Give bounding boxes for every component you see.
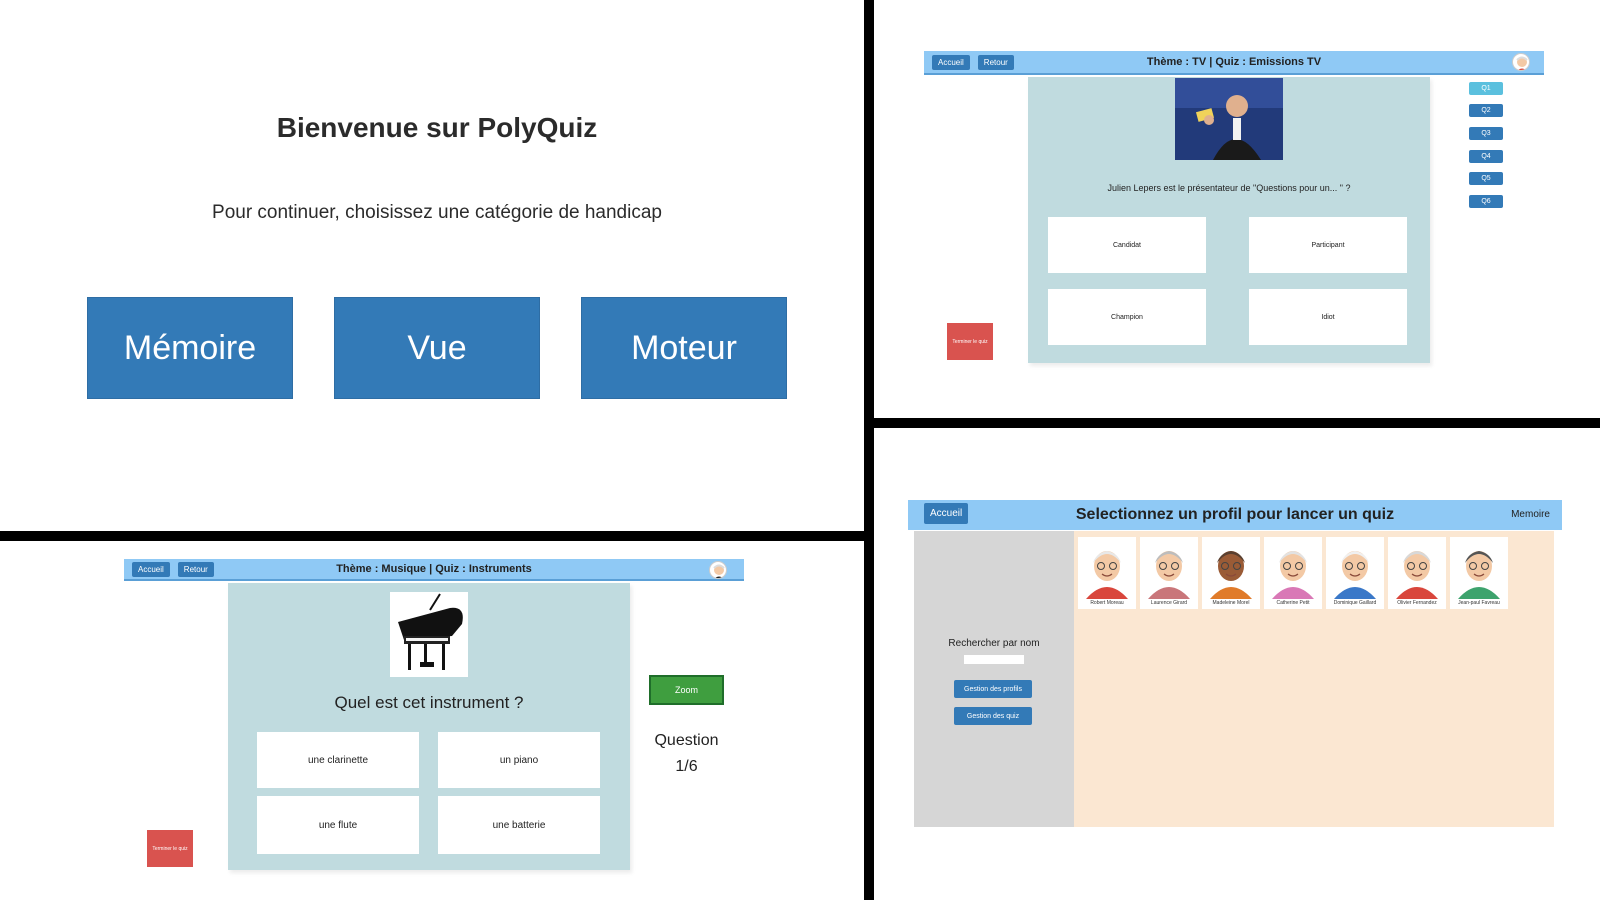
answer-button-2[interactable]: Participant (1249, 217, 1407, 273)
profiles-panel: Accueil Selectionnez un profil pour lanc… (874, 428, 1600, 900)
profiles-sidebar: Rechercher par nom Gestion des profils G… (914, 531, 1074, 827)
question-counter-value: 1/6 (675, 758, 698, 775)
user-avatar[interactable] (709, 561, 727, 579)
right-horizontal-divider (874, 418, 1600, 428)
welcome-subtitle: Pour continuer, choisissez une catégorie… (212, 202, 662, 223)
profile-name: Madeleine Morel (1212, 600, 1250, 606)
category-moteur-button[interactable]: Moteur (581, 297, 787, 399)
vertical-divider (864, 0, 874, 900)
profile-avatar (1210, 551, 1252, 599)
search-input[interactable] (964, 655, 1024, 664)
profiles-header: Accueil Selectionnez un profil pour lanc… (908, 500, 1562, 530)
question-card: Quel est cet instrument ? une clarinette… (228, 583, 630, 870)
user-avatar[interactable] (1512, 53, 1530, 71)
profile-card[interactable]: Olivier Fernandez (1388, 537, 1446, 609)
welcome-panel: Bienvenue sur PolyQuiz Pour continuer, c… (0, 0, 864, 531)
question-image (390, 592, 468, 677)
question-text: Quel est cet instrument ? (334, 693, 524, 712)
mode-label: Memoire (1511, 509, 1550, 520)
profile-card[interactable]: Catherine Petit (1264, 537, 1322, 609)
profile-card[interactable]: Dominique Gaillard (1326, 537, 1384, 609)
answer-button-1[interactable]: une clarinette (257, 732, 419, 788)
profile-name: Laurence Girard (1150, 600, 1188, 606)
end-quiz-button[interactable]: Terminer le quiz (947, 323, 993, 360)
question-card: Julien Lepers est le présentateur de "Qu… (1028, 77, 1430, 363)
profile-avatar (1272, 551, 1314, 599)
quiz-header: Accueil Retour Thème : Musique | Quiz : … (124, 559, 744, 581)
profile-card[interactable]: Madeleine Morel (1202, 537, 1260, 609)
answer-button-3[interactable]: Champion (1048, 289, 1206, 345)
question-text: Julien Lepers est le présentateur de "Qu… (1107, 183, 1351, 193)
question-nav-4[interactable]: Q4 (1469, 150, 1503, 163)
tv-quiz-panel: Accueil Retour Thème : TV | Quiz : Emiss… (874, 0, 1600, 418)
zoom-button[interactable]: Zoom (649, 675, 724, 705)
profile-name: Jean-paul Favreau (1458, 600, 1500, 606)
question-nav-2[interactable]: Q2 (1469, 104, 1503, 117)
search-label: Rechercher par nom (948, 638, 1040, 649)
profiles-title: Selectionnez un profil pour lancer un qu… (1075, 506, 1395, 523)
profile-name: Olivier Fernandez (1397, 600, 1437, 606)
profile-name: Dominique Gaillard (1333, 600, 1377, 606)
category-memoire-button[interactable]: Mémoire (87, 297, 293, 399)
quiz-title: Thème : Musique | Quiz : Instruments (336, 563, 532, 575)
profiles-grid: Robert Moreau Laurence Girard Madeleine Mo… (1074, 531, 1554, 827)
profile-card[interactable]: Robert Moreau (1078, 537, 1136, 609)
profile-name: Robert Moreau (1090, 600, 1124, 606)
manage-profiles-button[interactable]: Gestion des profils (954, 680, 1032, 698)
question-counter-label: Question (654, 732, 719, 749)
quiz-header: Accueil Retour Thème : TV | Quiz : Emiss… (924, 51, 1544, 75)
profile-name: Catherine Petit (1276, 600, 1310, 606)
profile-avatar (1458, 551, 1500, 599)
home-button[interactable]: Accueil (132, 561, 170, 577)
profile-avatar (1086, 551, 1128, 599)
manage-quizzes-button[interactable]: Gestion des quiz (954, 707, 1032, 725)
answer-button-2[interactable]: un piano (438, 732, 600, 788)
back-button[interactable]: Retour (977, 54, 1014, 70)
answer-button-3[interactable]: une flute (257, 796, 419, 854)
welcome-title: Bienvenue sur PolyQuiz (276, 112, 598, 143)
question-nav-3[interactable]: Q3 (1469, 127, 1503, 140)
question-nav-1[interactable]: Q1 (1469, 82, 1503, 95)
left-horizontal-divider (0, 531, 864, 541)
profile-avatar (1334, 551, 1376, 599)
quiz-title: Thème : TV | Quiz : Emissions TV (1146, 56, 1322, 68)
answer-button-4[interactable]: Idiot (1249, 289, 1407, 345)
end-quiz-button[interactable]: Terminer le quiz (147, 830, 193, 867)
back-button[interactable]: Retour (177, 561, 214, 577)
profile-avatar (1148, 551, 1190, 599)
answer-button-4[interactable]: une batterie (438, 796, 600, 854)
profile-card[interactable]: Laurence Girard (1140, 537, 1198, 609)
home-button[interactable]: Accueil (932, 54, 970, 70)
profile-avatar (1396, 551, 1438, 599)
question-nav-5[interactable]: Q5 (1469, 172, 1503, 185)
music-quiz-panel: Accueil Retour Thème : Musique | Quiz : … (0, 541, 864, 900)
question-image (1175, 78, 1283, 160)
answer-button-1[interactable]: Candidat (1048, 217, 1206, 273)
category-vue-button[interactable]: Vue (334, 297, 540, 399)
profile-card[interactable]: Jean-paul Favreau (1450, 537, 1508, 609)
question-nav-6[interactable]: Q6 (1469, 195, 1503, 208)
